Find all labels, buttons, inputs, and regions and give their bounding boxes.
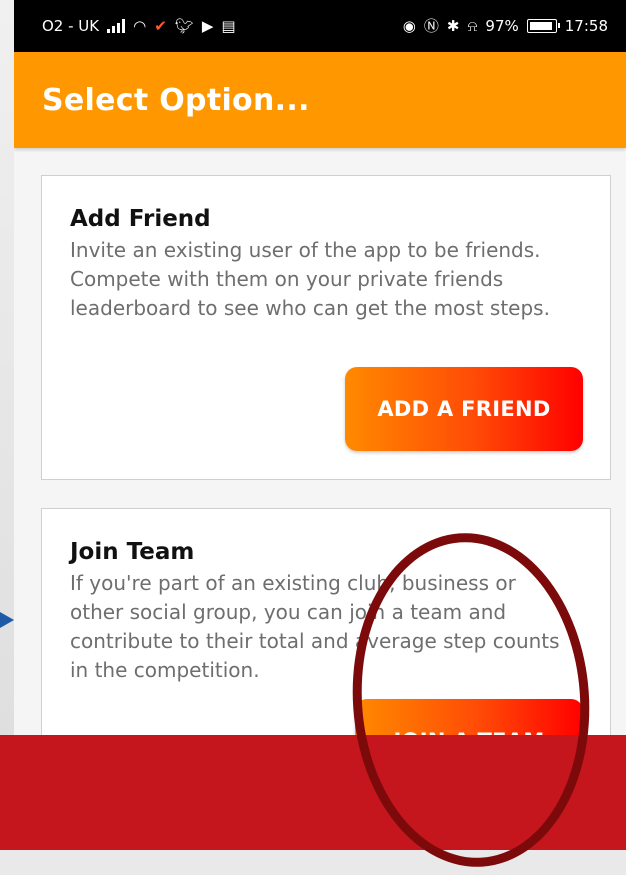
battery-fill xyxy=(529,22,553,30)
signal-icon xyxy=(107,19,126,33)
card-title: Add Friend xyxy=(70,206,211,232)
card-description: Invite an existing user of the app to be… xyxy=(70,238,550,320)
bluetooth-icon: ✱ xyxy=(446,16,460,35)
card-title: Join Team xyxy=(70,539,195,565)
wifi-icon: ◠ xyxy=(133,16,147,35)
eye-icon: ◉ xyxy=(402,16,416,35)
status-bar-right: ◉ Ⓝ ✱ ⍾ 97% 17:58 xyxy=(403,17,608,35)
twitter-icon: 🐦︎ xyxy=(174,16,194,35)
status-bar: O2 - UK ◠ ✔ 🐦︎ ▶ ▤ ◉ Ⓝ ✱ ⍾ 97% 17:58 xyxy=(14,0,626,52)
background-red-band xyxy=(0,735,626,850)
battery-icon xyxy=(526,19,560,33)
youtube-icon: ▶ xyxy=(201,16,214,35)
carrier-label: O2 - UK xyxy=(42,17,100,35)
bird-notification-icon: ✔ xyxy=(154,16,167,35)
mute-bell-icon: ⍾ xyxy=(467,16,478,35)
status-time: 17:58 xyxy=(564,17,608,35)
status-bar-left: O2 - UK ◠ ✔ 🐦︎ ▶ ▤ xyxy=(42,17,236,35)
background-left-edge xyxy=(0,0,14,850)
calendar-icon: ▤ xyxy=(221,16,236,35)
pointer-arrow-icon xyxy=(0,612,14,628)
card-description: If you're part of an existing club, busi… xyxy=(70,571,560,682)
app-bar: Select Option... xyxy=(14,52,626,148)
add-friend-card: Add Friend Invite an existing user of th… xyxy=(41,175,611,480)
nfc-icon: Ⓝ xyxy=(423,16,439,35)
page-title: Select Option... xyxy=(42,82,310,118)
phone-screen: O2 - UK ◠ ✔ 🐦︎ ▶ ▤ ◉ Ⓝ ✱ ⍾ 97% 17:58 Sel… xyxy=(14,0,626,850)
add-friend-button[interactable]: ADD A FRIEND xyxy=(345,367,583,451)
battery-percent: 97% xyxy=(485,17,519,35)
